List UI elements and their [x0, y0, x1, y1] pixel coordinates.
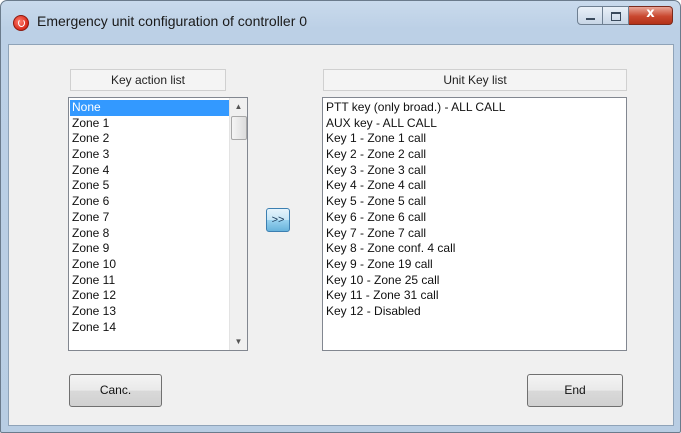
- scroll-up-arrow-icon[interactable]: ▲: [230, 98, 247, 115]
- maximize-button[interactable]: [603, 6, 629, 25]
- key-action-item[interactable]: Zone 3: [70, 147, 229, 163]
- unit-key-item[interactable]: PTT key (only broad.) - ALL CALL: [326, 100, 624, 116]
- app-icon: [13, 15, 29, 31]
- minimize-button[interactable]: [577, 6, 603, 25]
- unit-key-item[interactable]: AUX key - ALL CALL: [326, 116, 624, 132]
- key-action-item[interactable]: Zone 5: [70, 178, 229, 194]
- key-action-items: None Zone 1 Zone 2 Zone 3 Zone 4 Zone 5 Zone 6…: [70, 100, 229, 335]
- scroll-down-arrow-icon[interactable]: ▼: [230, 333, 247, 350]
- minimize-icon: [586, 18, 595, 20]
- unit-key-item[interactable]: Key 8 - Zone conf. 4 call: [326, 241, 624, 257]
- caption-buttons: x: [577, 6, 673, 26]
- unit-key-item[interactable]: Key 2 - Zone 2 call: [326, 147, 624, 163]
- transfer-button[interactable]: >>: [266, 208, 290, 232]
- key-action-item[interactable]: Zone 12: [70, 288, 229, 304]
- maximize-icon: [611, 12, 621, 21]
- key-action-item[interactable]: Zone 13: [70, 304, 229, 320]
- key-action-scrollbar[interactable]: ▲ ▼: [229, 98, 247, 350]
- unit-key-item[interactable]: Key 7 - Zone 7 call: [326, 226, 624, 242]
- key-action-item[interactable]: Zone 6: [70, 194, 229, 210]
- unit-key-items: PTT key (only broad.) - ALL CALL AUX key …: [326, 100, 624, 320]
- dialog-window: Emergency unit configuration of controll…: [0, 0, 681, 433]
- unit-key-item[interactable]: Key 10 - Zone 25 call: [326, 273, 624, 289]
- key-action-item[interactable]: Zone 8: [70, 226, 229, 242]
- dialog-client-area: Key action list None Zone 1 Zone 2 Zone 3 Zo…: [8, 44, 674, 426]
- close-button[interactable]: x: [629, 6, 673, 25]
- window-title: Emergency unit configuration of controll…: [37, 13, 308, 29]
- close-icon: x: [646, 6, 655, 21]
- key-action-item[interactable]: Zone 1: [70, 116, 229, 132]
- key-action-item[interactable]: Zone 11: [70, 273, 229, 289]
- unit-key-item[interactable]: Key 1 - Zone 1 call: [326, 131, 624, 147]
- key-action-item[interactable]: Zone 7: [70, 210, 229, 226]
- unit-key-item[interactable]: Key 12 - Disabled: [326, 304, 624, 320]
- scrollbar-thumb[interactable]: [231, 116, 247, 140]
- key-action-item[interactable]: None: [70, 100, 229, 116]
- unit-key-item[interactable]: Key 5 - Zone 5 call: [326, 194, 624, 210]
- unit-key-item[interactable]: Key 6 - Zone 6 call: [326, 210, 624, 226]
- key-action-item[interactable]: Zone 9: [70, 241, 229, 257]
- end-button[interactable]: End: [527, 374, 623, 407]
- key-action-listbox[interactable]: None Zone 1 Zone 2 Zone 3 Zone 4 Zone 5 Zone 6…: [68, 97, 248, 351]
- unit-key-item[interactable]: Key 4 - Zone 4 call: [326, 178, 624, 194]
- unit-key-list-header: Unit Key list: [323, 69, 627, 91]
- key-action-item[interactable]: Zone 10: [70, 257, 229, 273]
- key-action-item[interactable]: Zone 4: [70, 163, 229, 179]
- unit-key-listbox[interactable]: PTT key (only broad.) - ALL CALL AUX key …: [322, 97, 627, 351]
- unit-key-item[interactable]: Key 3 - Zone 3 call: [326, 163, 624, 179]
- key-action-item[interactable]: Zone 14: [70, 320, 229, 336]
- key-action-list-header: Key action list: [70, 69, 226, 91]
- key-action-item[interactable]: Zone 2: [70, 131, 229, 147]
- unit-key-item[interactable]: Key 11 - Zone 31 call: [326, 288, 624, 304]
- unit-key-item[interactable]: Key 9 - Zone 19 call: [326, 257, 624, 273]
- cancel-button[interactable]: Canc.: [69, 374, 162, 407]
- title-bar[interactable]: Emergency unit configuration of controll…: [1, 1, 680, 45]
